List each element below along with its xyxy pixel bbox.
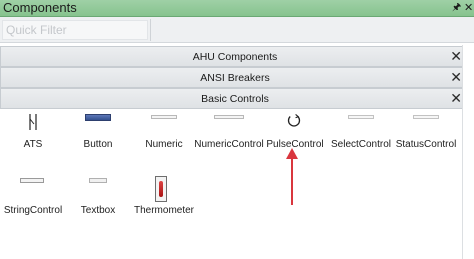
component-item-textbox[interactable]: Textbox <box>65 176 131 232</box>
annotation-arrow <box>286 148 298 205</box>
component-item-string-control[interactable]: StringControl <box>0 176 66 232</box>
close-icon[interactable]: ✕ <box>450 68 462 87</box>
quick-filter-input[interactable] <box>2 20 148 40</box>
pin-icon[interactable]: 🖈 <box>452 1 461 15</box>
component-item-status-control[interactable]: StatusControl <box>393 112 459 168</box>
panel-title: Components <box>3 0 77 15</box>
numeric-control-icon <box>214 115 244 119</box>
textbox-icon <box>89 178 107 183</box>
group-label: Basic Controls <box>201 93 269 105</box>
component-item-button[interactable]: Button <box>65 112 131 168</box>
thermometer-icon <box>155 176 167 202</box>
button-icon <box>85 114 111 121</box>
panel-titlebar: Components 🖈 ✕ <box>0 0 474 17</box>
pulse-control-icon <box>287 113 301 127</box>
group-header-ahu-components[interactable]: AHU Components ✕ <box>0 46 468 67</box>
group-label: AHU Components <box>192 51 278 63</box>
thermometer-mercury <box>159 181 163 197</box>
vertical-scrollbar[interactable] <box>462 45 474 259</box>
ats-icon <box>29 114 37 130</box>
select-control-icon <box>348 115 374 119</box>
close-icon[interactable]: ✕ <box>450 89 462 108</box>
component-label: Thermometer <box>133 205 194 216</box>
numeric-icon <box>151 115 177 119</box>
component-label: StatusControl <box>395 139 457 150</box>
group-header-basic-controls[interactable]: Basic Controls ✕ <box>0 88 468 109</box>
filter-bar <box>0 17 474 43</box>
close-icon[interactable]: ✕ <box>450 47 462 66</box>
filter-divider <box>150 19 151 41</box>
string-control-icon <box>20 178 44 183</box>
close-icon[interactable]: ✕ <box>464 1 473 15</box>
group-label: ANSI Breakers <box>200 72 270 84</box>
status-control-icon <box>413 115 439 119</box>
component-item-numeric-control[interactable]: NumericControl <box>194 112 264 168</box>
group-header-ansi-breakers[interactable]: ANSI Breakers ✕ <box>0 67 468 88</box>
component-item-thermometer[interactable]: Thermometer <box>131 176 197 232</box>
